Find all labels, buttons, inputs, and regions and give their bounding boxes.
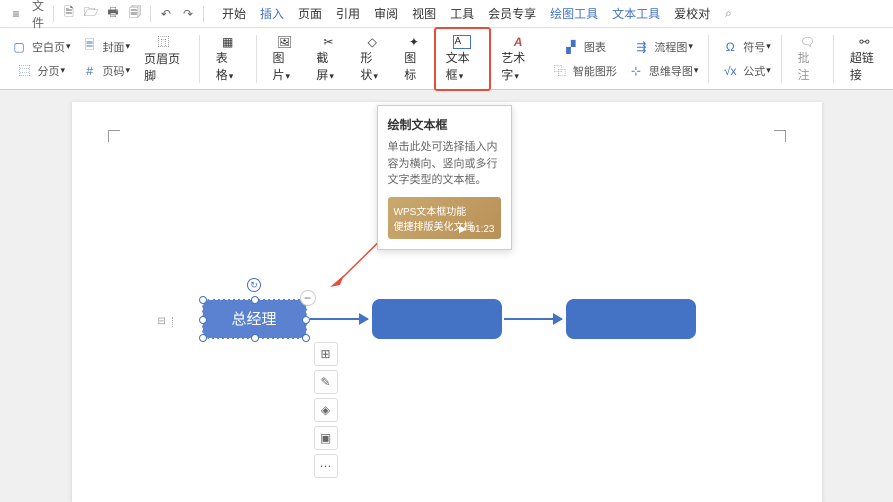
icon-button[interactable]: ✦图标 — [394, 29, 433, 89]
image-icon: 🖼 — [277, 35, 292, 49]
resize-handle-s[interactable] — [251, 334, 259, 342]
open-icon[interactable]: 🗁 — [81, 4, 101, 24]
tab-member[interactable]: 会员专享 — [481, 5, 543, 22]
resize-handle-w[interactable] — [199, 316, 207, 324]
screenshot-icon: ✂ — [323, 35, 333, 49]
screenshot-button[interactable]: ✂截屏▾ — [306, 29, 350, 89]
separator — [256, 35, 257, 83]
table-button[interactable]: ▦表格▾ — [206, 29, 250, 89]
ribbon: ▢空白页▾ ⿳分页▾ 🗏封面▾ #页码▾ ⿵ 页眉页脚 ▦表格▾ 🖼图片▾ ✂截… — [0, 28, 893, 90]
pagenum-icon[interactable]: # — [79, 60, 101, 82]
group-symbols: Ω符号▾ √x公式▾ — [715, 31, 775, 87]
resize-handle-n[interactable] — [251, 296, 259, 304]
menu-bar: ≡ 文件 🗎 🗁 🖶 🗐 ↶ ↷ 开始 插入 页面 引用 审阅 视图 工具 会员… — [0, 0, 893, 28]
mindmap-icon[interactable]: ⊹ — [625, 60, 647, 82]
group-pages: ▢空白页▾ ⿳分页▾ — [4, 31, 75, 87]
tab-drawing-tools[interactable]: 绘图工具 — [543, 5, 605, 22]
tooltip-title: 绘制文本框 — [388, 116, 501, 133]
style-button[interactable]: ◈ — [314, 398, 338, 422]
new-icon[interactable]: 🗎 — [59, 4, 79, 24]
margin-mark-tr — [774, 130, 786, 142]
shape-2[interactable] — [372, 299, 502, 339]
separator — [833, 35, 834, 83]
rotate-handle[interactable]: ↻ — [247, 278, 261, 292]
formula-icon[interactable]: √x — [719, 60, 741, 82]
file-menu[interactable]: 文件 — [28, 4, 48, 24]
video-duration: ▶ 01:23 — [459, 224, 495, 235]
textbox-tooltip: 绘制文本框 单击此处可选择插入内容为横向、竖向或多行文字类型的文本框。 WPS文… — [377, 105, 512, 250]
resize-handle-se[interactable] — [302, 334, 310, 342]
redo-icon[interactable]: ↷ — [178, 4, 198, 24]
resize-handle-e[interactable] — [302, 316, 310, 324]
group-diagrams: ⇶流程图▾ ⊹思维导图▾ — [621, 31, 703, 87]
smartart-icon[interactable]: ⿻ — [549, 60, 571, 82]
symbol-icon[interactable]: Ω — [719, 36, 741, 58]
separator — [708, 35, 709, 83]
connector-arrow-2[interactable] — [504, 318, 562, 320]
separator — [53, 6, 54, 22]
video-title-1: WPS文本框功能 — [394, 203, 495, 218]
wordart-button[interactable]: A艺术字▾ — [491, 29, 545, 89]
shape-selected[interactable]: 总经理 ↻ − — [202, 299, 307, 339]
split-page-icon[interactable]: ⿳ — [14, 60, 36, 82]
tab-start[interactable]: 开始 — [215, 5, 253, 22]
tab-proofread[interactable]: 爱校对 — [667, 5, 717, 22]
search-icon[interactable]: ⌕ — [725, 6, 732, 21]
hyperlink-icon: ⚯ — [859, 35, 869, 49]
menu-hamburger[interactable]: ≡ — [6, 4, 26, 24]
wordart-icon: A — [514, 35, 523, 49]
tab-tools[interactable]: 工具 — [443, 5, 481, 22]
flowchart-icon[interactable]: ⇶ — [630, 36, 652, 58]
separator — [199, 35, 200, 83]
tab-text-tools[interactable]: 文本工具 — [605, 5, 667, 22]
tooltip-video-thumb[interactable]: WPS文本框功能 便捷排版美化文档 ▶ 01:23 — [388, 197, 501, 239]
print-icon[interactable]: 🖶 — [103, 4, 123, 24]
resize-handle-nw[interactable] — [199, 296, 207, 304]
quick-access-toolbar: ≡ 文件 🗎 🗁 🖶 🗐 ↶ ↷ — [6, 4, 207, 24]
connector-arrow-1[interactable] — [310, 318, 368, 320]
blank-page-icon[interactable]: ▢ — [8, 36, 30, 58]
group-cover: 🗏封面▾ #页码▾ — [75, 31, 135, 87]
preview-icon[interactable]: 🗐 — [125, 4, 145, 24]
comment-icon: 🗨 — [800, 35, 815, 49]
separator — [203, 6, 204, 22]
textbox-icon: A — [453, 35, 471, 49]
shape-button[interactable]: ◇形状▾ — [350, 29, 394, 89]
undo-icon[interactable]: ↶ — [156, 4, 176, 24]
tab-page[interactable]: 页面 — [291, 5, 329, 22]
margin-mark-tl — [108, 130, 120, 142]
table-icon: ▦ — [222, 35, 233, 49]
floating-toolbar: ⊞ ✎ ◈ ▣ ⋯ — [314, 342, 338, 478]
ruler-tab-mark: ⊟ — [158, 316, 173, 327]
shape-icon: ◇ — [368, 35, 377, 49]
hyperlink-button[interactable]: ⚯超链接 — [840, 29, 889, 89]
resize-handle-sw[interactable] — [199, 334, 207, 342]
header-footer-icon: ⿵ — [157, 33, 169, 50]
separator — [150, 6, 151, 22]
tab-insert[interactable]: 插入 — [253, 5, 291, 22]
chart-icon[interactable]: ▞ — [560, 36, 582, 58]
cover-icon[interactable]: 🗏 — [79, 36, 101, 58]
edit-button[interactable]: ✎ — [314, 370, 338, 394]
tab-review[interactable]: 审阅 — [367, 5, 405, 22]
image-button[interactable]: 🖼图片▾ — [262, 29, 306, 89]
document-canvas[interactable]: 绘制文本框 单击此处可选择插入内容为横向、竖向或多行文字类型的文本框。 WPS文… — [72, 102, 822, 502]
tab-view[interactable]: 视图 — [405, 5, 443, 22]
comment-button[interactable]: 🗨批注 — [788, 29, 827, 89]
tab-reference[interactable]: 引用 — [329, 5, 367, 22]
header-footer-button[interactable]: ⿵ 页眉页脚 — [134, 27, 193, 90]
layout-options-button[interactable]: ⊞ — [314, 342, 338, 366]
tooltip-description: 单击此处可选择插入内容为横向、竖向或多行文字类型的文本框。 — [388, 139, 501, 189]
more-button[interactable]: ⋯ — [314, 454, 338, 478]
iconlib-icon: ✦ — [409, 35, 419, 49]
fit-button[interactable]: ▣ — [314, 426, 338, 450]
separator — [781, 35, 782, 83]
collapse-handle[interactable]: − — [300, 290, 316, 306]
shape-3[interactable] — [566, 299, 696, 339]
group-charts: ▞图表 ⿻智能图形 — [545, 31, 621, 87]
textbox-button[interactable]: A文本框▾ — [434, 27, 492, 91]
